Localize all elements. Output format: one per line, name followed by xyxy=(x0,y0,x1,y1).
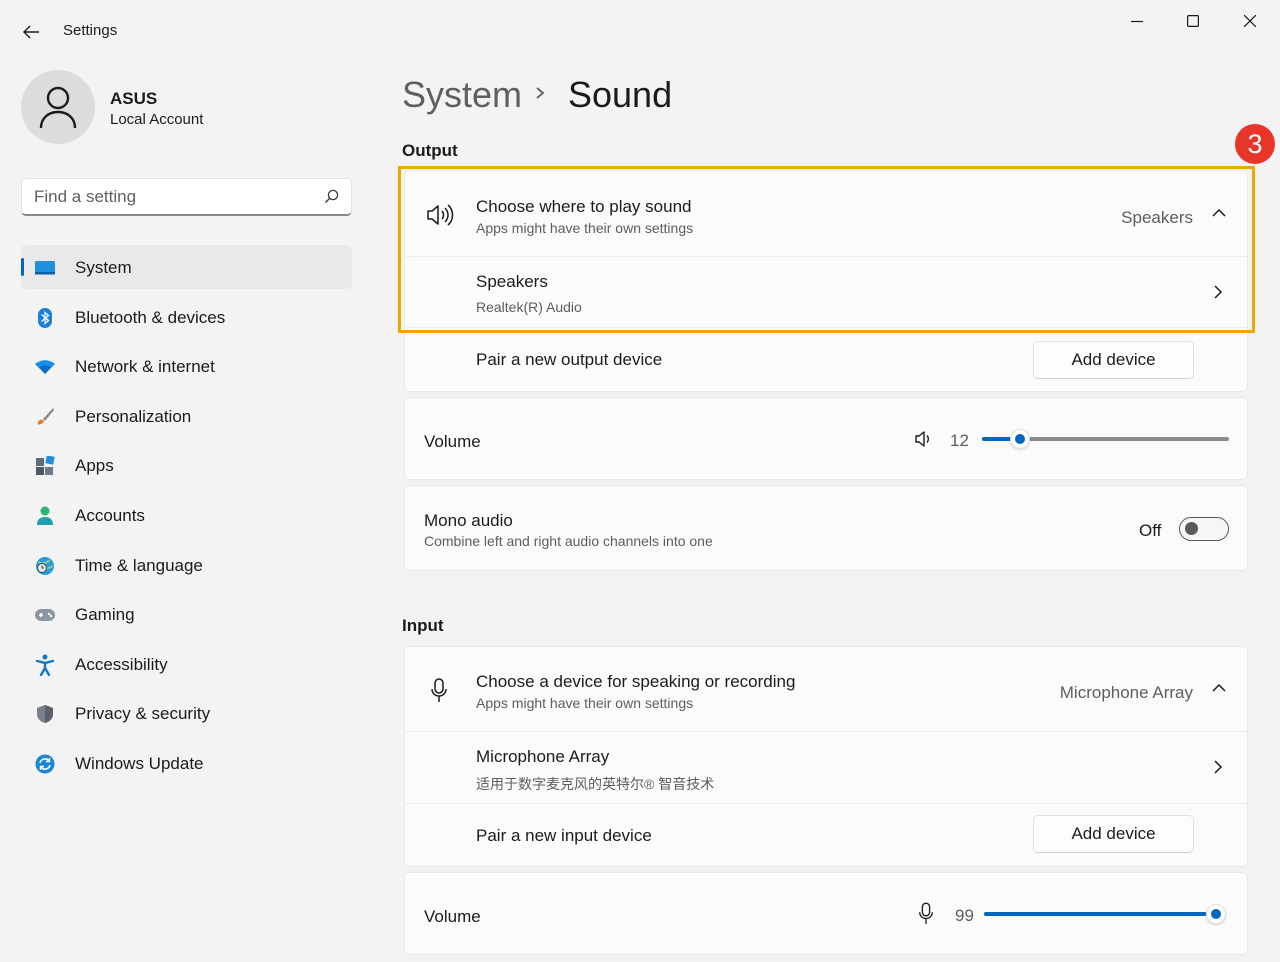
row-title: Pair a new input device xyxy=(476,826,652,845)
back-arrow-icon xyxy=(23,25,39,39)
minimize-icon xyxy=(1131,20,1143,23)
close-icon xyxy=(1244,15,1256,27)
sidebar-item-label: Accessibility xyxy=(75,654,168,674)
output-volume-value: 12 xyxy=(950,431,969,450)
row-subtitle: 适用于数字麦克风的英特尔® 智音技术 xyxy=(476,776,715,792)
pair-input-row: Pair a new input device Add device xyxy=(405,804,1247,867)
volume-label: Volume xyxy=(424,907,481,926)
sidebar-item-label: Gaming xyxy=(75,605,135,625)
chevron-right-icon xyxy=(533,80,549,111)
input-volume-card: Volume 99 xyxy=(404,872,1248,955)
speaker-icon[interactable] xyxy=(914,429,934,449)
apps-icon xyxy=(34,455,56,477)
sidebar-item-network[interactable]: Network & internet xyxy=(21,344,352,388)
user-icon xyxy=(39,86,77,129)
toggle-state: Off xyxy=(1139,521,1162,540)
sidebar-item-apps[interactable]: Apps xyxy=(21,443,352,487)
sidebar-item-label: Apps xyxy=(75,456,114,476)
step-badge: 3 xyxy=(1235,124,1275,164)
sidebar-item-label: System xyxy=(75,258,132,277)
row-title: Mono audio xyxy=(424,511,513,530)
row-title: Pair a new output device xyxy=(476,350,663,369)
row-title: Choose a device for speaking or recordin… xyxy=(476,672,796,691)
app-title: Settings xyxy=(63,22,118,39)
slider-fill xyxy=(984,912,1206,916)
sidebar-item-label: Privacy & security xyxy=(75,704,211,724)
maximize-icon xyxy=(1187,15,1199,27)
minimize-button[interactable] xyxy=(1114,6,1160,36)
person-icon xyxy=(34,505,56,527)
selected-input-value: Microphone Array xyxy=(1059,683,1193,702)
page-title: Sound xyxy=(568,74,673,115)
microphone-icon xyxy=(917,901,935,927)
microphone-icon xyxy=(429,678,449,704)
system-icon xyxy=(34,257,56,279)
wifi-icon xyxy=(34,356,56,378)
sidebar-item-personalization[interactable]: Personalization xyxy=(21,394,352,438)
sidebar-item-windows-update[interactable]: Windows Update xyxy=(21,741,352,785)
sidebar-item-gaming[interactable]: Gaming xyxy=(21,592,352,636)
microphone-device-row[interactable]: Microphone Array 适用于数字麦克风的英特尔® 智音技术 xyxy=(405,732,1247,803)
sidebar-item-label: Network & internet xyxy=(75,357,215,377)
sidebar-item-label: Accounts xyxy=(75,505,145,525)
choose-input-row[interactable]: Choose a device for speaking or recordin… xyxy=(405,647,1247,731)
output-heading: Output xyxy=(402,141,458,160)
output-volume-card: Volume 12 xyxy=(404,397,1248,480)
accessibility-icon xyxy=(34,654,56,676)
slider-fill xyxy=(982,437,1012,441)
search-icon xyxy=(324,189,339,209)
sidebar-item-label: Windows Update xyxy=(75,753,204,773)
sidebar-item-label: Time & language xyxy=(75,555,203,575)
volume-label: Volume xyxy=(424,432,481,451)
pair-output-row: Pair a new output device Add device xyxy=(405,328,1247,392)
close-button[interactable] xyxy=(1227,6,1273,36)
globe-clock-icon xyxy=(34,555,56,577)
search-box[interactable] xyxy=(21,178,352,216)
update-icon xyxy=(34,753,56,775)
add-input-device-button[interactable]: Add device xyxy=(1033,815,1194,853)
sidebar-item-label: Personalization xyxy=(75,406,192,426)
sidebar-item-accessibility[interactable]: Accessibility xyxy=(21,642,352,686)
maximize-button[interactable] xyxy=(1170,6,1216,36)
row-title: Microphone Array xyxy=(476,747,610,766)
input-heading: Input xyxy=(402,616,444,635)
search-input[interactable] xyxy=(34,185,314,209)
shield-icon xyxy=(34,703,56,725)
gamepad-icon xyxy=(34,604,56,626)
input-device-card: Choose a device for speaking or recordin… xyxy=(404,646,1248,867)
avatar[interactable] xyxy=(21,70,95,144)
output-volume-slider[interactable] xyxy=(982,429,1229,449)
mono-audio-toggle[interactable] xyxy=(1179,517,1229,541)
input-volume-value: 99 xyxy=(955,906,974,925)
sidebar-item-label: Bluetooth & devices xyxy=(75,307,226,327)
input-volume-slider[interactable] xyxy=(984,904,1226,924)
breadcrumb-parent[interactable]: System xyxy=(402,74,522,116)
chevron-up-icon[interactable] xyxy=(1211,683,1227,693)
account-name: ASUS xyxy=(110,89,158,108)
chevron-right-icon xyxy=(1213,759,1223,775)
sidebar-nav: System Bluetooth & devices Network & int… xyxy=(21,245,352,791)
sidebar-item-bluetooth[interactable]: Bluetooth & devices xyxy=(21,295,352,339)
toggle-knob xyxy=(1185,522,1198,535)
add-output-device-button[interactable]: Add device xyxy=(1033,341,1194,379)
brush-icon xyxy=(34,406,56,428)
row-subtitle: Combine left and right audio channels in… xyxy=(424,533,713,549)
highlight-box xyxy=(398,166,1255,333)
account-type: Local Account xyxy=(110,111,204,128)
mono-audio-card: Mono audio Combine left and right audio … xyxy=(404,485,1248,571)
sidebar-item-accounts[interactable]: Accounts xyxy=(21,493,352,537)
slider-thumb[interactable] xyxy=(1010,429,1030,449)
title-bar: Settings xyxy=(0,0,1280,62)
sidebar-item-time-language[interactable]: Time & language xyxy=(21,543,352,587)
bluetooth-icon xyxy=(34,307,56,329)
sidebar-item-system[interactable]: System xyxy=(21,245,352,289)
row-subtitle: Apps might have their own settings xyxy=(476,695,694,711)
slider-thumb[interactable] xyxy=(1206,904,1226,924)
back-button[interactable] xyxy=(14,18,48,46)
sidebar-item-privacy[interactable]: Privacy & security xyxy=(21,691,352,735)
